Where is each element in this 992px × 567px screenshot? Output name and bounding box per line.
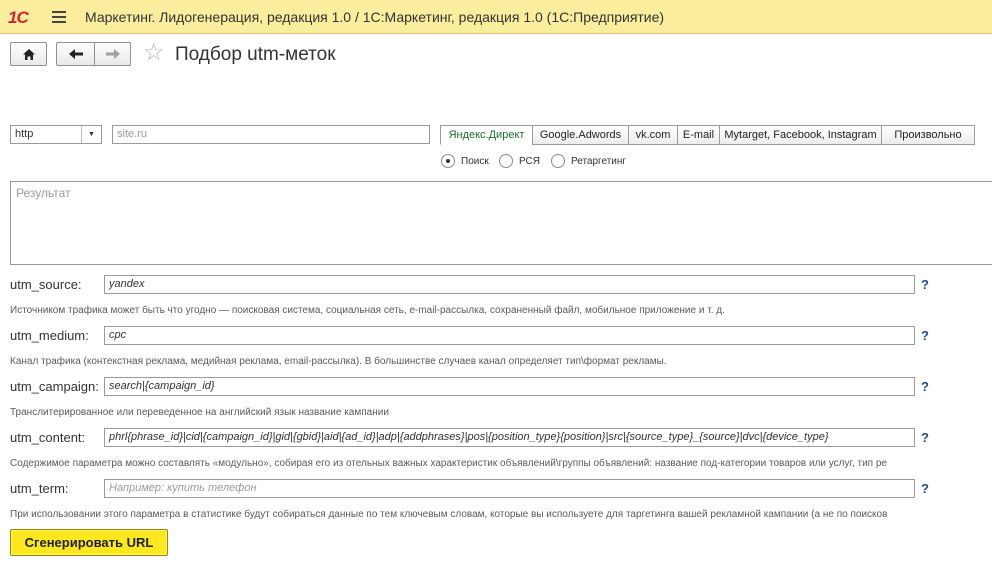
utm-source-value: yandex — [109, 278, 145, 290]
utm-medium-input[interactable]: cpc — [104, 326, 915, 345]
app-title: Маркетинг. Лидогенерация, редакция 1.0 /… — [85, 9, 665, 25]
utm-source-hint: Источником трафика может быть что угодно… — [10, 305, 725, 316]
home-button[interactable] — [10, 42, 47, 66]
utm-term-hint: При использовании этого параметра в стат… — [10, 509, 888, 520]
tab-google-adwords[interactable]: Google.Adwords — [532, 125, 629, 145]
tab-vk[interactable]: vk.com — [628, 125, 678, 145]
site-input[interactable]: site.ru — [112, 125, 430, 144]
utm-source-help-icon[interactable]: ? — [921, 277, 929, 292]
title-bar: 1С Маркетинг. Лидогенерация, редакция 1.… — [0, 0, 992, 34]
utm-campaign-hint: Транслитерированное или переведенное на … — [10, 407, 389, 418]
utm-term-help-icon[interactable]: ? — [921, 481, 929, 496]
tab-email[interactable]: E-mail — [677, 125, 720, 145]
app-logo[interactable]: 1С — [8, 8, 29, 28]
chevron-down-icon[interactable]: ▼ — [81, 126, 101, 143]
utm-term-input[interactable]: Например: купить телефон — [104, 479, 915, 498]
forward-button[interactable] — [94, 42, 131, 66]
utm-medium-hint: Канал трафика (контекстная реклама, меди… — [10, 356, 667, 367]
utm-campaign-input[interactable]: search|{campaign_id} — [104, 377, 915, 396]
utm-campaign-help-icon[interactable]: ? — [921, 379, 929, 394]
radio-rsya[interactable]: РСЯ — [499, 154, 540, 168]
radio-retargeting[interactable]: Ретаргетинг — [551, 154, 626, 168]
result-placeholder: Результат — [16, 186, 71, 200]
utm-medium-help-icon[interactable]: ? — [921, 328, 929, 343]
utm-source-label: utm_source: — [10, 277, 82, 292]
hamburger-menu-icon[interactable] — [52, 11, 66, 23]
tab-yandex-direct[interactable]: Яндекс.Директ — [440, 125, 533, 145]
tab-mytarget[interactable]: Mytarget, Facebook, Instagram — [719, 125, 882, 145]
utm-medium-value: cpc — [109, 329, 127, 341]
source-tabs: Яндекс.Директ Google.Adwords vk.com E-ma… — [440, 125, 975, 145]
utm-content-input[interactable]: phrl{phrase_id}|cid|{campaign_id}|gid|{g… — [104, 428, 915, 447]
radio-search[interactable]: Поиск — [441, 154, 489, 168]
radio-rsya-circle[interactable] — [499, 154, 513, 168]
tab-custom[interactable]: Произвольно — [881, 125, 975, 145]
utm-content-label: utm_content: — [10, 430, 86, 445]
home-icon — [22, 48, 35, 60]
protocol-select[interactable]: http ▼ — [10, 125, 102, 144]
back-button[interactable] — [56, 42, 94, 66]
result-textarea[interactable]: Результат — [10, 181, 992, 265]
utm-content-help-icon[interactable]: ? — [921, 430, 929, 445]
generate-url-button[interactable]: Сгенерировать URL — [10, 529, 168, 556]
utm-term-placeholder: Например: купить телефон — [109, 482, 257, 494]
utm-campaign-value: search|{campaign_id} — [109, 380, 215, 392]
radio-rsya-label: РСЯ — [519, 155, 541, 167]
radio-retargeting-label: Ретаргетинг — [571, 155, 627, 167]
utm-content-hint: Содержимое параметра можно составлять «м… — [10, 458, 887, 469]
site-placeholder: site.ru — [117, 128, 147, 140]
utm-term-label: utm_term: — [10, 481, 69, 496]
utm-source-input[interactable]: yandex — [104, 275, 915, 294]
radio-retargeting-circle[interactable] — [551, 154, 565, 168]
utm-medium-label: utm_medium: — [10, 328, 89, 343]
page-title: Подбор utm-меток — [175, 44, 336, 65]
arrow-left-icon — [68, 49, 83, 59]
star-icon[interactable]: ☆ — [143, 41, 165, 65]
radio-search-label: Поиск — [461, 155, 489, 167]
utm-content-value: phrl{phrase_id}|cid|{campaign_id}|gid|{g… — [109, 431, 829, 443]
arrow-right-icon — [105, 49, 120, 59]
utm-campaign-label: utm_campaign: — [10, 379, 99, 394]
protocol-value: http — [15, 128, 34, 140]
radio-search-circle[interactable] — [441, 154, 455, 168]
